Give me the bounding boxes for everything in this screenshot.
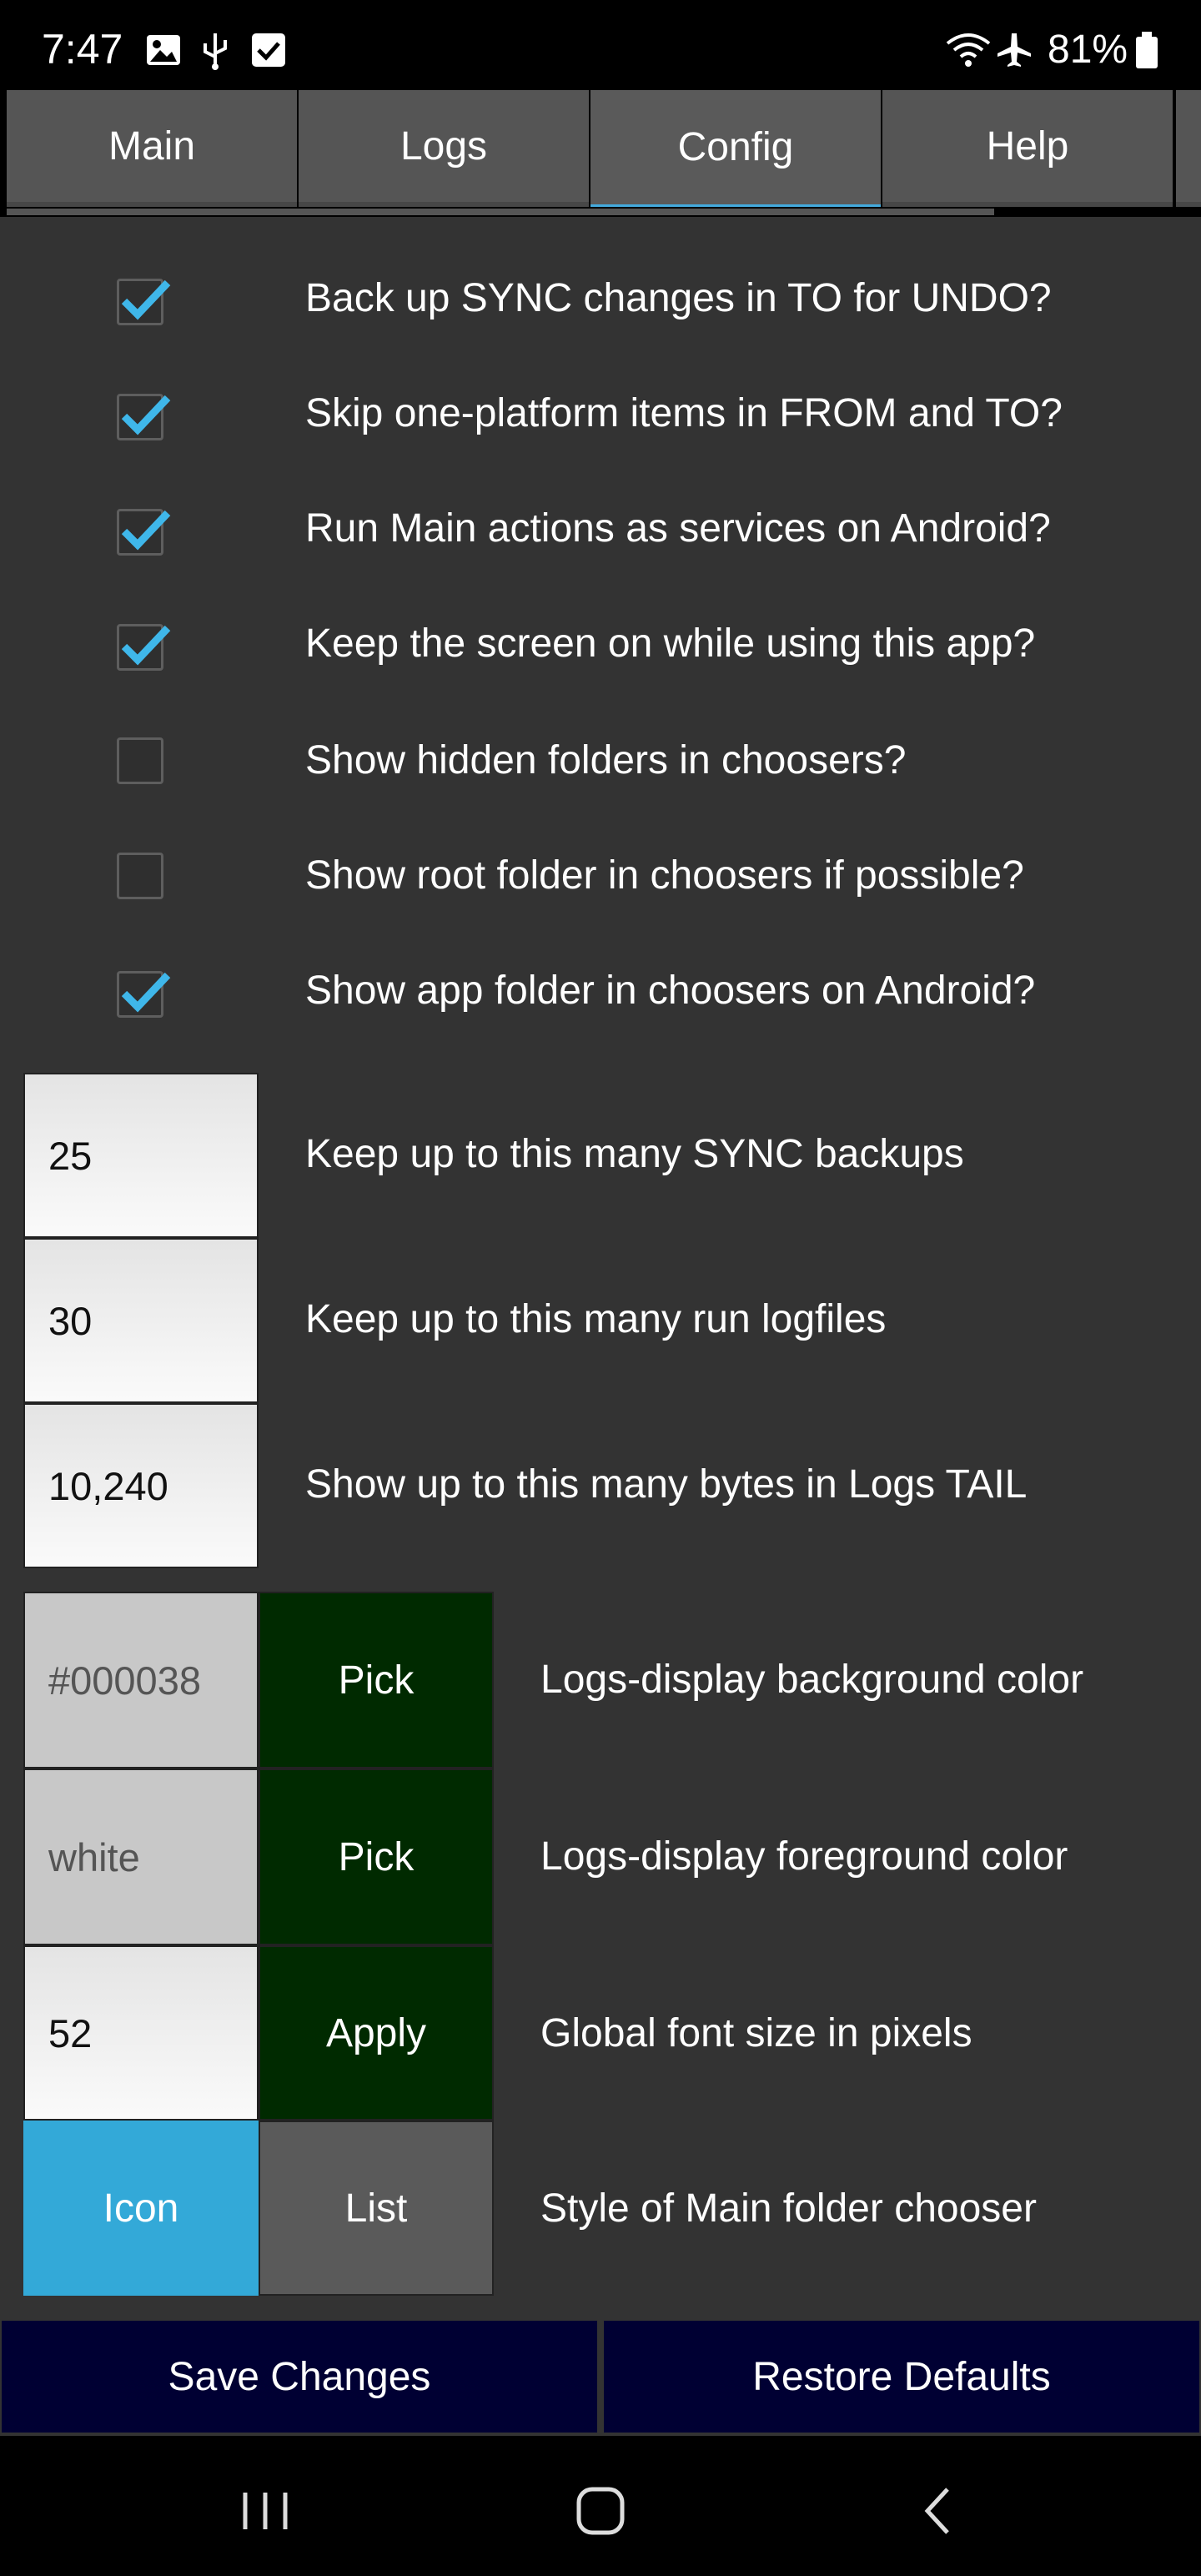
tab-help[interactable]: Help [882, 90, 1173, 207]
checkbox-label: Keep the screen on while using this app? [305, 621, 1036, 666]
run-logfiles-input[interactable]: 30 [23, 1238, 259, 1403]
checkbox-show-app-folder[interactable] [117, 971, 171, 1018]
checkmark-icon [121, 279, 171, 320]
checkmark-icon [121, 510, 171, 551]
checkbox-label: Back up SYNC changes in TO for UNDO? [305, 276, 1052, 320]
checkmark-icon [121, 972, 171, 1013]
setting-keep-screen-on: Keep the screen on while using this app? [0, 621, 1201, 674]
battery-icon [1136, 32, 1158, 68]
tab-config[interactable]: Config [590, 90, 881, 207]
setting-show-root-folder: Show root folder in choosers if possible… [0, 853, 1201, 906]
tail-bytes-input[interactable]: 10,240 [23, 1403, 259, 1568]
chooser-style-icon-button[interactable]: Icon [23, 2121, 259, 2296]
airplane-icon [997, 33, 1031, 67]
sync-backups-input[interactable]: 25 [23, 1073, 259, 1238]
battery-percent: 81% [1048, 28, 1128, 72]
tab-overflow[interactable] [1176, 90, 1201, 207]
setting-skip-one-platform: Skip one-platform items in FROM and TO? [0, 390, 1201, 444]
checkmark-icon [121, 395, 171, 435]
tab-main[interactable]: Main [7, 90, 297, 207]
checkmark-icon [121, 625, 171, 666]
wifi-icon [946, 33, 991, 67]
apply-font-size-button[interactable]: Apply [259, 1945, 494, 2121]
checkbox-label: Show app folder in choosers on Android? [305, 969, 1036, 1013]
pick-bg-color-button[interactable]: Pick [259, 1592, 494, 1768]
pick-fg-color-button[interactable]: Pick [259, 1768, 494, 1945]
font-size-label: Global font size in pixels [540, 2011, 972, 2055]
back-icon[interactable] [906, 2478, 972, 2544]
status-time: 7:47 [42, 26, 123, 73]
checkbox-show-root-folder[interactable] [117, 853, 163, 899]
status-bar: 7:47 81% [0, 0, 1201, 87]
save-changes-button[interactable]: Save Changes [0, 2319, 599, 2434]
checkbox-keep-screen-on[interactable] [117, 624, 171, 671]
checkbox-run-as-services[interactable] [117, 509, 171, 556]
checkbox-label: Show root folder in choosers if possible… [305, 853, 1024, 898]
recents-icon[interactable] [232, 2478, 299, 2544]
system-nav-bar [0, 2436, 1201, 2576]
checkbox-label: Skip one-platform items in FROM and TO? [305, 391, 1063, 435]
restore-defaults-button[interactable]: Restore Defaults [602, 2319, 1201, 2434]
image-icon [147, 35, 180, 65]
checkbox-label: Run Main actions as services on Android? [305, 506, 1051, 551]
usb-icon [204, 33, 227, 70]
checkbox-skip-one-platform[interactable] [117, 394, 171, 440]
tail-bytes-label: Show up to this many bytes in Logs TAIL [305, 1462, 1028, 1507]
font-size-input[interactable]: 52 [23, 1945, 259, 2121]
bg-color-input[interactable]: #000038 [23, 1592, 259, 1768]
fg-color-label: Logs-display foreground color [540, 1834, 1068, 1879]
setting-show-app-folder: Show app folder in choosers on Android? [0, 968, 1201, 1021]
bg-color-label: Logs-display background color [540, 1658, 1084, 1702]
chooser-style-label: Style of Main folder chooser [540, 2186, 1037, 2231]
setting-backup-sync: Back up SYNC changes in TO for UNDO? [0, 275, 1201, 329]
checkbox-notification-icon [252, 33, 285, 67]
checkbox-show-hidden-folders[interactable] [117, 737, 163, 784]
tab-scroll-indicator [7, 209, 994, 215]
checkbox-label: Show hidden folders in choosers? [305, 738, 907, 782]
setting-show-hidden-folders: Show hidden folders in choosers? [0, 737, 1201, 791]
tab-bar: Main Logs Config Help [0, 87, 1201, 217]
chooser-style-list-button[interactable]: List [259, 2121, 494, 2296]
sync-backups-label: Keep up to this many SYNC backups [305, 1132, 964, 1176]
setting-run-as-services: Run Main actions as services on Android? [0, 506, 1201, 559]
checkbox-backup-sync[interactable] [117, 279, 171, 325]
fg-color-input[interactable]: white [23, 1768, 259, 1945]
tab-logs[interactable]: Logs [299, 90, 589, 207]
run-logfiles-label: Keep up to this many run logfiles [305, 1297, 887, 1341]
home-icon[interactable] [567, 2478, 634, 2544]
